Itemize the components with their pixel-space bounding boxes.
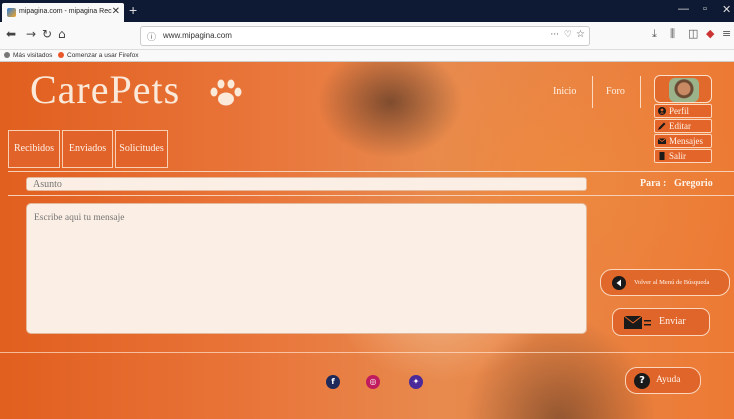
page: CarePets Inicio Foro Perfil Editar Mensa… xyxy=(0,62,734,419)
download-icon[interactable]: ⤓ xyxy=(652,27,657,41)
menu-item-perfil[interactable]: Perfil xyxy=(654,104,712,118)
pocket-icon[interactable]: ♡ xyxy=(564,30,572,40)
bookmarks-toolbar: Más visitados Comenzar a usar Firefox xyxy=(0,50,734,62)
menu-item-salir[interactable]: Salir xyxy=(654,149,712,163)
to-recipient: Gregorio xyxy=(674,178,713,189)
avatar[interactable] xyxy=(654,75,712,103)
send-button-label: Enviar xyxy=(659,316,686,327)
send-button[interactable]: Enviar xyxy=(612,308,710,336)
twitter-icon[interactable]: ✦ xyxy=(409,375,423,389)
send-mail-icon xyxy=(624,316,651,329)
nav-inicio[interactable]: Inicio xyxy=(553,86,576,97)
firefox-icon xyxy=(58,52,64,58)
home-icon[interactable]: ⌂ xyxy=(58,27,66,41)
user-menu: Perfil Editar Mensajes Salir xyxy=(654,104,712,164)
user-icon xyxy=(658,107,666,115)
site-logo[interactable]: CarePets xyxy=(30,66,180,113)
menu-item-mensajes[interactable]: Mensajes xyxy=(654,134,712,148)
subject-row: Para : Gregorio xyxy=(8,171,734,196)
nav-foro[interactable]: Foro xyxy=(606,86,625,97)
addon-icon[interactable]: ◆ xyxy=(706,27,714,40)
tab-enviados[interactable]: Enviados xyxy=(62,130,113,168)
back-button-label: Volver al Menú de Búsqueda xyxy=(634,279,710,286)
nav-divider xyxy=(640,76,641,108)
arrow-left-icon xyxy=(612,276,626,290)
bookmark-star-icon[interactable]: ☆ xyxy=(576,29,585,40)
sidebar-icon[interactable]: ◫ xyxy=(688,27,698,40)
subject-input[interactable] xyxy=(26,177,587,191)
message-body-input[interactable] xyxy=(26,203,587,334)
browser-tab[interactable]: mipagina.com - mipagina Rec ✕ xyxy=(2,3,124,22)
tab-solicitudes[interactable]: Solicitudes xyxy=(115,130,168,168)
minimize-icon[interactable]: — xyxy=(678,3,689,15)
menu-item-editar[interactable]: Editar xyxy=(654,119,712,133)
menu-icon[interactable]: ≡ xyxy=(722,27,731,40)
pencil-icon xyxy=(658,122,666,130)
close-window-icon[interactable]: ✕ xyxy=(722,3,731,16)
maximize-icon[interactable]: ▫ xyxy=(703,3,707,15)
close-tab-icon[interactable]: ✕ xyxy=(112,6,120,17)
browser-navbar: ⬅ → ↻ ⌂ ⓘ www.mipagina.com ··· ♡ ☆ ⤓ ⫼ ◫… xyxy=(0,22,734,50)
tab-recibidos[interactable]: Recibidos xyxy=(8,130,60,168)
avatar-photo xyxy=(669,78,699,102)
url-text[interactable]: www.mipagina.com xyxy=(163,31,232,40)
instagram-icon[interactable]: ◎ xyxy=(366,375,380,389)
info-icon[interactable]: ⓘ xyxy=(147,30,156,43)
back-icon[interactable]: ⬅ xyxy=(6,27,16,41)
to-label: Para : xyxy=(640,178,667,189)
url-bar[interactable]: ⓘ www.mipagina.com ··· ♡ ☆ xyxy=(140,26,590,46)
nav-divider xyxy=(592,76,593,108)
facebook-icon[interactable]: f xyxy=(326,375,340,389)
help-button[interactable]: ? Ayuda xyxy=(625,367,701,394)
back-to-search-button[interactable]: Volver al Menú de Búsqueda xyxy=(600,269,730,296)
forward-icon[interactable]: → xyxy=(26,27,36,41)
door-icon xyxy=(659,152,665,160)
page-actions-icon[interactable]: ··· xyxy=(550,30,559,40)
footer-divider xyxy=(0,352,734,353)
reload-icon[interactable]: ↻ xyxy=(42,27,52,41)
help-button-label: Ayuda xyxy=(656,375,681,385)
question-icon: ? xyxy=(634,373,650,389)
paw-icon xyxy=(210,79,242,106)
favicon-icon xyxy=(7,8,16,17)
library-icon[interactable]: ⫼ xyxy=(670,27,675,41)
browser-titlebar: mipagina.com - mipagina Rec ✕ + — ▫ ✕ xyxy=(0,0,734,22)
new-tab-icon[interactable]: + xyxy=(129,2,137,18)
bookmark-get-started[interactable]: Comenzar a usar Firefox xyxy=(58,52,139,59)
envelope-icon xyxy=(658,138,666,144)
bookmark-most-visited[interactable]: Más visitados xyxy=(4,52,52,59)
gear-icon xyxy=(4,52,10,58)
tab-title: mipagina.com - mipagina Rec xyxy=(19,8,112,15)
